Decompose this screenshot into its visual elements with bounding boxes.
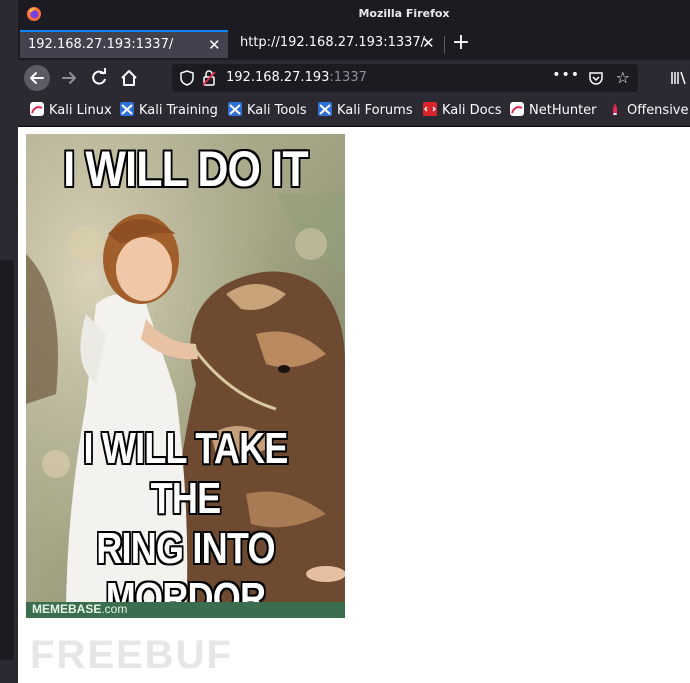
- new-tab-plus-icon[interactable]: +: [448, 30, 474, 56]
- bookmark-label: Kali Training: [139, 103, 218, 118]
- meme-footer: MEMEBASE.com: [26, 602, 345, 618]
- meme-bottom-caption: I WILL TAKE THE RING INTO MORDOR: [55, 424, 317, 618]
- memebase-logo: MEMEBASE.com: [32, 602, 127, 616]
- pocket-icon[interactable]: [588, 70, 604, 86]
- bookmark-label: Kali Tools: [247, 103, 307, 118]
- home-icon[interactable]: [116, 65, 142, 91]
- meme-bottom-line-2: RING INTO: [96, 524, 275, 573]
- memebase-brand: MEMEBASE: [32, 602, 102, 616]
- desktop-edge: [0, 0, 18, 683]
- kali-docs-icon: [423, 102, 437, 116]
- navigation-toolbar: 192.168.27.193:1337 ••• ☆: [18, 60, 690, 96]
- url-bar[interactable]: 192.168.27.193:1337 ••• ☆: [172, 64, 638, 92]
- url-host: 192.168.27.193: [226, 70, 330, 85]
- title-bar: Mozilla Firefox: [18, 0, 690, 28]
- nethunter-icon: [510, 102, 524, 116]
- page-content: I WILL DO IT I WILL TAKE THE RING INTO M…: [18, 127, 690, 683]
- kali-icon: [30, 102, 44, 116]
- tab-label: http://192.168.27.193:1337/: [240, 35, 426, 50]
- tab-close-icon[interactable]: ✕: [422, 34, 435, 52]
- meme-image: I WILL DO IT I WILL TAKE THE RING INTO M…: [26, 134, 345, 618]
- bookmark-nethunter[interactable]: NetHunter: [510, 102, 597, 118]
- kali-tools-icon: [228, 102, 242, 116]
- offsec-icon: [613, 103, 617, 115]
- tab-second[interactable]: http://192.168.27.193:1337/ ✕: [232, 30, 440, 58]
- more-icon[interactable]: •••: [552, 67, 580, 83]
- tab-strip: 192.168.27.193:1337/ ✕ http://192.168.27…: [18, 28, 690, 60]
- kali-training-icon: [120, 102, 134, 116]
- tab-close-icon[interactable]: ✕: [208, 36, 221, 54]
- bookmark-kali-tools[interactable]: Kali Tools: [228, 102, 307, 118]
- firefox-window: Mozilla Firefox 192.168.27.193:1337/ ✕ h…: [18, 0, 690, 683]
- tab-label: 192.168.27.193:1337/: [28, 37, 174, 52]
- bookmark-label: Kali Forums: [337, 103, 413, 118]
- tab-active[interactable]: 192.168.27.193:1337/ ✕: [20, 30, 228, 58]
- bookmark-label: Kali Docs: [442, 103, 502, 118]
- library-icon[interactable]: [670, 70, 688, 90]
- bookmark-label: NetHunter: [529, 103, 597, 118]
- freebuf-watermark: FREEBUF: [30, 633, 233, 677]
- memebase-domain: .com: [101, 602, 128, 616]
- bookmarks-toolbar: Kali Linux Kali Training Kali Tools Kali…: [18, 96, 690, 127]
- back-arrow-icon[interactable]: [24, 65, 50, 91]
- bookmark-kali-docs[interactable]: Kali Docs: [423, 102, 502, 118]
- desktop-panel: [0, 260, 14, 660]
- url-port: :1337: [329, 70, 367, 85]
- bookmark-label: Offensive S: [627, 103, 690, 118]
- forward-arrow-icon[interactable]: [56, 65, 82, 91]
- shield-icon[interactable]: [180, 70, 194, 86]
- window-title: Mozilla Firefox: [358, 7, 450, 20]
- meme-bottom-line-1: I WILL TAKE THE: [83, 424, 288, 523]
- reload-icon[interactable]: [86, 65, 112, 91]
- meme-top-caption: I WILL DO IT: [63, 141, 308, 197]
- tab-separator: [444, 36, 445, 54]
- url-text[interactable]: 192.168.27.193:1337: [226, 70, 367, 85]
- star-icon[interactable]: ☆: [616, 68, 630, 87]
- insecure-lock-icon[interactable]: [202, 70, 216, 86]
- kali-forums-icon: [318, 102, 332, 116]
- bookmark-label: Kali Linux: [49, 103, 112, 118]
- bookmark-offensive-security[interactable]: Offensive S: [608, 102, 690, 118]
- bookmark-kali-forums[interactable]: Kali Forums: [318, 102, 413, 118]
- bookmark-kali-linux[interactable]: Kali Linux: [30, 102, 112, 118]
- bookmark-kali-training[interactable]: Kali Training: [120, 102, 218, 118]
